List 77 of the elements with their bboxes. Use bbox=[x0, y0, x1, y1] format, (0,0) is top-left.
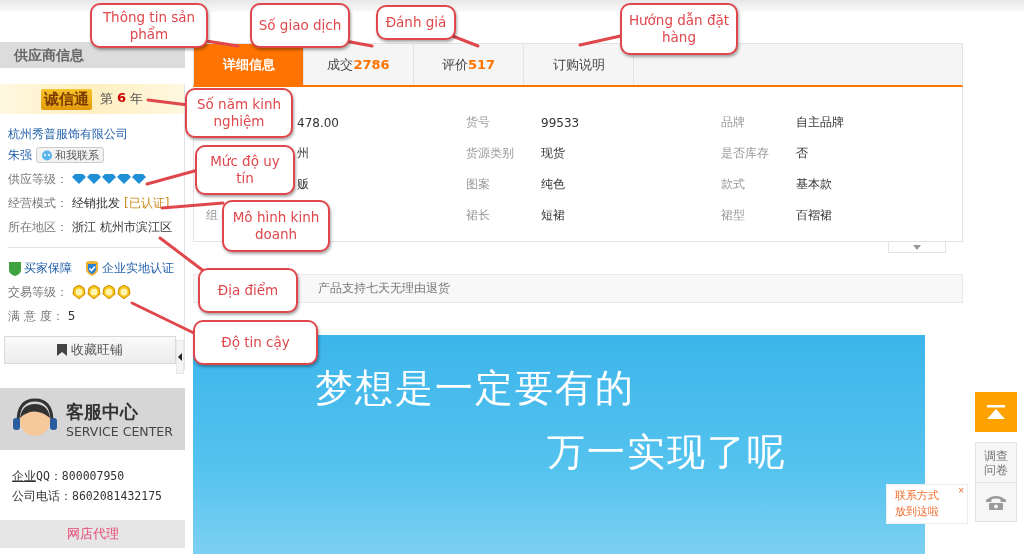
phone-icon bbox=[985, 494, 1007, 510]
shield-icon bbox=[8, 260, 22, 276]
survey-button[interactable]: 调查问卷 bbox=[976, 443, 1016, 483]
contact-name-link[interactable]: 朱强 bbox=[8, 146, 32, 164]
annotation-callout: Số giao dịch bbox=[250, 3, 350, 48]
membership-years-label: 第 bbox=[99, 90, 113, 108]
attribute-value: 州 bbox=[297, 145, 309, 162]
field-label: 经营模式： bbox=[8, 194, 68, 212]
membership-years-unit: 年 bbox=[130, 90, 143, 108]
chat-bubble-icon bbox=[41, 149, 53, 161]
annotation-callout: Địa điểm bbox=[198, 268, 298, 313]
attribute-label: 品牌 bbox=[721, 114, 745, 131]
contact-label: 公司电话： bbox=[12, 488, 72, 504]
membership-logo: 诚信通 bbox=[40, 88, 92, 110]
attribute-value: 否 bbox=[796, 145, 808, 162]
attribute-label: 是否库存 bbox=[721, 145, 769, 162]
attribute-value: 贩 bbox=[297, 176, 309, 193]
annotation-callout: Thông tin sản phẩm bbox=[90, 3, 208, 48]
back-to-top-button[interactable] bbox=[975, 392, 1017, 432]
expand-button[interactable] bbox=[888, 242, 946, 253]
annotation-callout: Mô hình kinh doanh bbox=[222, 200, 330, 252]
medal-icon bbox=[102, 285, 116, 299]
attribute-label: 货号 bbox=[466, 114, 490, 131]
bookmark-icon bbox=[57, 344, 67, 356]
service-center-title: 客服中心 bbox=[66, 399, 139, 424]
medal-icon bbox=[72, 285, 86, 299]
annotation-callout: Số năm kinh nghiệm bbox=[185, 88, 293, 138]
contact-value: 8602081432175 bbox=[72, 489, 162, 503]
field-label: 供应等级： bbox=[8, 170, 68, 188]
attribute-value: 现货 bbox=[541, 145, 565, 162]
attribute-label: 裙长 bbox=[466, 207, 490, 224]
qq-link[interactable]: 企业 bbox=[12, 468, 36, 484]
service-center-subtitle: SERVICE CENTER bbox=[66, 423, 173, 439]
field-value: 浙江 杭州市滨江区 bbox=[72, 218, 172, 236]
attribute-label: 货源类别 bbox=[466, 145, 514, 162]
caret-down-icon bbox=[913, 244, 921, 250]
banner-slogan: 梦想是一定要有的 bbox=[315, 365, 635, 412]
annotation-callout: Mức độ uy tín bbox=[195, 145, 295, 195]
field-label: 所在地区： bbox=[8, 218, 68, 236]
field-value: 经销批发 bbox=[72, 194, 120, 212]
diamond-icon bbox=[87, 174, 101, 184]
field-label: 交易等级： bbox=[8, 283, 68, 301]
guarantee-link[interactable]: 买家保障 bbox=[24, 259, 72, 277]
tab[interactable]: 评价517 bbox=[414, 44, 524, 85]
attribute-value: 纯色 bbox=[541, 176, 565, 193]
shield-check-icon bbox=[84, 260, 100, 276]
tooltip-text: 联系方式放到这啦 bbox=[895, 488, 940, 520]
annotation-callout: Hướng dẫn đặt hàng bbox=[620, 3, 738, 55]
chat-button[interactable]: 和我联系 bbox=[36, 147, 104, 163]
attribute-label: 款式 bbox=[721, 176, 745, 193]
contact-label: QQ： bbox=[36, 468, 62, 484]
diamond-icon bbox=[117, 174, 131, 184]
guarantee-link[interactable]: 企业实地认证 bbox=[102, 259, 174, 277]
banner-slogan: 万一实现了呢 bbox=[547, 429, 787, 476]
contact-value: 800007950 bbox=[61, 469, 125, 483]
attribute-value: 短裙 bbox=[541, 207, 565, 224]
annotation-callout: Độ tin cậy bbox=[193, 320, 318, 365]
diamond-icon bbox=[72, 174, 86, 184]
field-label: 满 意 度： bbox=[8, 307, 64, 325]
company-link[interactable]: 杭州秀普服饰有限公司 bbox=[0, 114, 128, 143]
attribute-value: 自主品牌 bbox=[796, 114, 844, 131]
attribute-value: 478.00 bbox=[297, 115, 339, 130]
diamond-icon bbox=[132, 174, 146, 184]
membership-years: 6 bbox=[116, 90, 126, 107]
medal-icon bbox=[117, 285, 131, 299]
attribute-value: 99533 bbox=[541, 115, 580, 130]
attribute-label: 组 bbox=[206, 207, 218, 224]
diamond-icon bbox=[102, 174, 116, 184]
attribute-label: 裙型 bbox=[721, 207, 745, 224]
attribute-value: 百褶裙 bbox=[796, 207, 832, 224]
annotation-callout: Đánh giá bbox=[376, 5, 456, 40]
favorite-shop-button[interactable]: 收藏旺铺 bbox=[4, 336, 176, 364]
arrow-up-icon bbox=[987, 405, 1005, 419]
medal-icon bbox=[87, 285, 101, 299]
attribute-label: 图案 bbox=[466, 176, 490, 193]
attribute-value: 基本款 bbox=[796, 176, 832, 193]
field-value: 5 bbox=[67, 309, 76, 323]
